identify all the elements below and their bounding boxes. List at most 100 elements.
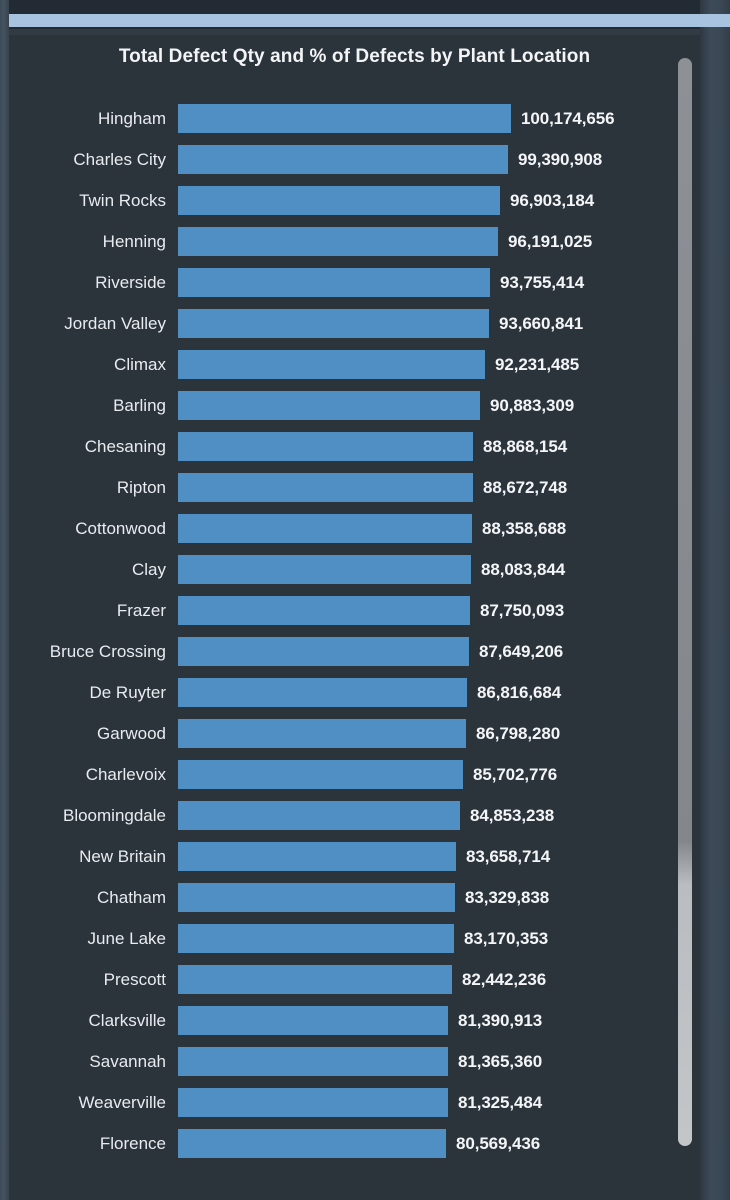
bar-value-label: 81,365,360 — [458, 1051, 543, 1071]
bar[interactable] — [178, 186, 500, 215]
bar-track: 99,390,908 — [178, 139, 700, 180]
bar-category-label[interactable]: De Ruyter — [9, 683, 166, 703]
bar-track: 88,358,688 — [178, 508, 700, 549]
bar[interactable] — [178, 473, 473, 502]
bar-track: 81,390,913 — [178, 1000, 700, 1041]
bar-row[interactable]: Frazer 87,750,093 — [9, 590, 700, 631]
bar-category-label[interactable]: Riverside — [9, 273, 166, 293]
bar-row[interactable]: Riverside 93,755,414 — [9, 262, 700, 303]
bar-chart-plot-area: Hingham 100,174,656 Charles City 99,390,908… — [9, 98, 700, 1200]
bar-row[interactable]: Clay 88,083,844 — [9, 549, 700, 590]
bar-row[interactable]: Ripton 88,672,748 — [9, 467, 700, 508]
bar-category-label[interactable]: Bloomingdale — [9, 806, 166, 826]
bar-row[interactable]: Jordan Valley 93,660,841 — [9, 303, 700, 344]
bar-category-label[interactable]: Hingham — [9, 109, 166, 129]
bar-category-label[interactable]: Weaverville — [9, 1093, 166, 1113]
bar[interactable] — [178, 1047, 448, 1076]
bar[interactable] — [178, 883, 455, 912]
top-accent-bar — [9, 14, 730, 27]
bar[interactable] — [178, 309, 489, 338]
bar-row[interactable]: Climax 92,231,485 — [9, 344, 700, 385]
bar-value-label: 81,325,484 — [458, 1092, 543, 1112]
bar-value-label: 96,903,184 — [510, 190, 595, 210]
bar-category-label[interactable]: Charles City — [9, 150, 166, 170]
bar-category-label[interactable]: Jordan Valley — [9, 314, 166, 334]
bar-category-label[interactable]: Charlevoix — [9, 765, 166, 785]
bar[interactable] — [178, 432, 473, 461]
bar-category-label[interactable]: Ripton — [9, 478, 166, 498]
bar-row[interactable]: Prescott 82,442,236 — [9, 959, 700, 1000]
bar[interactable] — [178, 596, 470, 625]
bar-row[interactable]: Henning 96,191,025 — [9, 221, 700, 262]
bar-category-label[interactable]: Henning — [9, 232, 166, 252]
bar-track: 86,798,280 — [178, 713, 700, 754]
bar[interactable] — [178, 637, 469, 666]
bar[interactable] — [178, 350, 485, 379]
bar-row[interactable]: Clarksville 81,390,913 — [9, 1000, 700, 1041]
bar-row[interactable]: Bruce Crossing 87,649,206 — [9, 631, 700, 672]
bar-row[interactable]: Florence 80,569,436 — [9, 1123, 700, 1164]
scrollbar-track[interactable] — [678, 29, 696, 1146]
bar-category-label[interactable]: Savannah — [9, 1052, 166, 1072]
bar-value-label: 93,660,841 — [499, 313, 584, 333]
bar-category-label[interactable]: June Lake — [9, 929, 166, 949]
bar-category-label[interactable]: Chatham — [9, 888, 166, 908]
bar-category-label[interactable]: Clay — [9, 560, 166, 580]
bar-row[interactable]: Cottonwood 88,358,688 — [9, 508, 700, 549]
bar[interactable] — [178, 555, 471, 584]
bar-row[interactable]: De Ruyter 86,816,684 — [9, 672, 700, 713]
bar-track: 80,569,436 — [178, 1123, 700, 1164]
bar-value-label: 88,358,688 — [482, 518, 567, 538]
bar-row[interactable]: Weaverville 81,325,484 — [9, 1082, 700, 1123]
bar[interactable] — [178, 678, 467, 707]
bar-row[interactable]: Charlevoix 85,702,776 — [9, 754, 700, 795]
bar-row[interactable]: Hingham 100,174,656 — [9, 98, 700, 139]
bar-category-label[interactable]: Bruce Crossing — [9, 642, 166, 662]
scrollbar-thumb[interactable] — [678, 58, 692, 1146]
bar-row[interactable]: June Lake 83,170,353 — [9, 918, 700, 959]
bar[interactable] — [178, 227, 498, 256]
bar-row[interactable]: Chatham 83,329,838 — [9, 877, 700, 918]
bar-category-label[interactable]: Clarksville — [9, 1011, 166, 1031]
bar-row[interactable]: Bloomingdale 84,853,238 — [9, 795, 700, 836]
bar-category-label[interactable]: Prescott — [9, 970, 166, 990]
bar[interactable] — [178, 924, 454, 953]
bar[interactable] — [178, 1006, 448, 1035]
bar[interactable] — [178, 104, 511, 133]
bar-category-label[interactable]: Frazer — [9, 601, 166, 621]
bar-category-label[interactable]: Barling — [9, 396, 166, 416]
bar[interactable] — [178, 1088, 448, 1117]
bar-value-label: 93,755,414 — [500, 272, 585, 292]
bar-row[interactable]: Barling 90,883,309 — [9, 385, 700, 426]
bar-category-label[interactable]: Twin Rocks — [9, 191, 166, 211]
bar[interactable] — [178, 1129, 446, 1158]
bar-row[interactable]: New Britain 83,658,714 — [9, 836, 700, 877]
bar[interactable] — [178, 145, 508, 174]
bar[interactable] — [178, 842, 456, 871]
card-top-shade — [9, 29, 700, 35]
bar[interactable] — [178, 801, 460, 830]
bar-value-label: 96,191,025 — [508, 231, 593, 251]
bar-row[interactable]: Savannah 81,365,360 — [9, 1041, 700, 1082]
bar-track: 100,174,656 — [178, 98, 700, 139]
bar[interactable] — [178, 760, 463, 789]
chart-card: Total Defect Qty and % of Defects by Pla… — [9, 29, 700, 1200]
bar[interactable] — [178, 268, 490, 297]
bar-category-label[interactable]: Garwood — [9, 724, 166, 744]
bar-category-label[interactable]: Chesaning — [9, 437, 166, 457]
bar-category-label[interactable]: Cottonwood — [9, 519, 166, 539]
bar[interactable] — [178, 719, 466, 748]
bar-value-label: 99,390,908 — [518, 149, 603, 169]
bar-track: 92,231,485 — [178, 344, 700, 385]
bar[interactable] — [178, 965, 452, 994]
bar[interactable] — [178, 391, 480, 420]
bar-row[interactable]: Charles City 99,390,908 — [9, 139, 700, 180]
bar-row[interactable]: Garwood 86,798,280 — [9, 713, 700, 754]
bar-category-label[interactable]: New Britain — [9, 847, 166, 867]
bar-category-label[interactable]: Florence — [9, 1134, 166, 1154]
bar-row[interactable]: Chesaning 88,868,154 — [9, 426, 700, 467]
bar-row[interactable]: Twin Rocks 96,903,184 — [9, 180, 700, 221]
bar-category-label[interactable]: Climax — [9, 355, 166, 375]
bar[interactable] — [178, 514, 472, 543]
bar-value-label: 86,816,684 — [477, 682, 562, 702]
